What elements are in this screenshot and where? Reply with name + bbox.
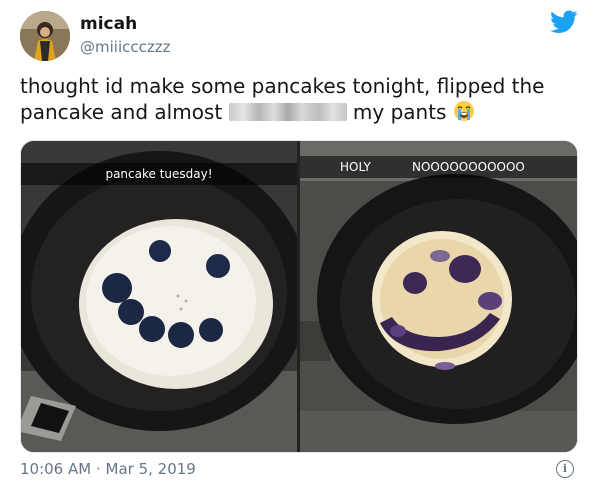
snap-caption-no: NOOOOOOOOOOO xyxy=(412,160,525,174)
photo-pancake-smiley[interactable]: pancake tuesday! xyxy=(21,141,297,452)
info-icon[interactable]: i xyxy=(556,460,574,478)
loudly-crying-face-icon xyxy=(453,100,475,128)
tweet-text: thought id make some pancakes tonight, f… xyxy=(20,73,585,128)
tweet-timestamp[interactable]: 10:06 AM · Mar 5, 2019 xyxy=(20,459,196,479)
photo-pancake-flipped[interactable]: HOLY NOOOOOOOOOOO xyxy=(300,141,577,452)
censored-word-blur xyxy=(228,103,347,121)
snap-caption-right: HOLY NOOOOOOOOOOO xyxy=(300,156,577,178)
author-handle[interactable]: @miiiccczzz xyxy=(80,37,170,57)
author-name[interactable]: micah xyxy=(80,13,137,35)
avatar[interactable] xyxy=(20,11,70,61)
tweet-media[interactable]: pancake tuesday! HOLY NOOOOOOOOOOO xyxy=(20,140,578,453)
snap-caption-left: pancake tuesday! xyxy=(21,163,297,185)
tweet-text-after: my pants xyxy=(352,100,447,124)
twitter-bird-icon[interactable] xyxy=(550,10,578,36)
snap-caption-holy: HOLY xyxy=(340,160,371,174)
